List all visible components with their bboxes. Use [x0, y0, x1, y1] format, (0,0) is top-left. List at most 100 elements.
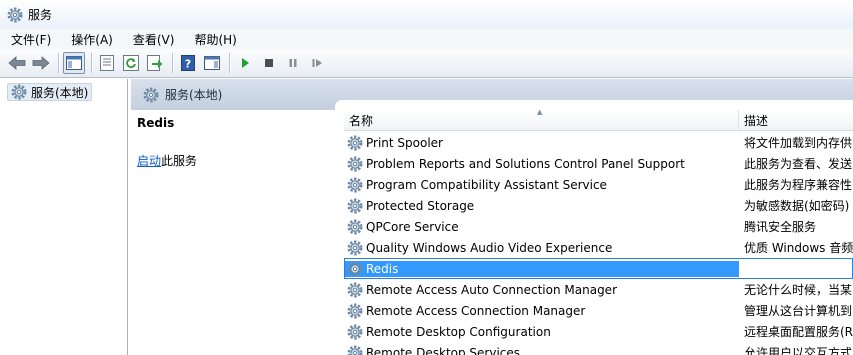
service-name-cell: Program Compatibility Assistant Service	[344, 177, 739, 193]
service-name-cell: Quality Windows Audio Video Experience	[344, 240, 739, 256]
toolbar-separator	[91, 53, 92, 73]
toolbar-separator	[172, 53, 173, 73]
table-row[interactable]: QPCore Service 腾讯安全服务	[344, 216, 853, 237]
table-row[interactable]: Remote Desktop Configuration 远程桌面配置服务(R	[344, 321, 853, 342]
start-service-link[interactable]: 启动	[137, 154, 161, 168]
service-description: 远程桌面配置服务(R	[744, 325, 853, 339]
services-list: ▲ 名称 描述 Print Spooler 将文件加载到内存供 Problem Re…	[335, 100, 853, 355]
action-pane-button[interactable]	[201, 52, 223, 74]
gear-icon	[347, 135, 363, 151]
extended-description-panel: Redis 启动此服务	[131, 110, 335, 355]
back-button[interactable]	[6, 52, 28, 74]
table-row[interactable]: Quality Windows Audio Video Experience 优质…	[344, 237, 853, 258]
gear-icon	[347, 240, 363, 256]
menu-help[interactable]: 帮助(H)	[191, 31, 239, 48]
service-description: 优质 Windows 音频	[744, 241, 853, 255]
gear-icon	[347, 303, 363, 319]
service-description: 允许用户以交互方式	[744, 346, 853, 355]
restart-icon	[312, 59, 322, 67]
refresh-icon	[123, 55, 139, 71]
tree-item-services-local[interactable]: 服务(本地)	[7, 83, 93, 101]
sort-ascending-icon: ▲	[537, 108, 543, 116]
properties-icon	[100, 55, 114, 71]
service-description: 腾讯安全服务	[744, 220, 817, 234]
service-description: 此服务为程序兼容性	[744, 178, 853, 192]
svg-text:?: ?	[185, 58, 191, 71]
service-name-cell: Print Spooler	[344, 135, 739, 151]
service-name: Redis	[366, 261, 399, 276]
table-row[interactable]: Protected Storage 为敏感数据(如密码)	[344, 195, 853, 216]
service-name: QPCore Service	[366, 219, 459, 234]
gear-icon	[7, 7, 23, 23]
gear-icon	[347, 345, 363, 355]
menu-bar: 文件(F) 操作(A) 查看(V) 帮助(H)	[0, 29, 853, 49]
service-name-cell: Remote Desktop Services	[344, 345, 739, 355]
service-name: Print Spooler	[366, 135, 443, 150]
gear-icon	[347, 261, 363, 277]
service-name: Protected Storage	[366, 198, 475, 213]
gear-icon	[347, 219, 363, 235]
toolbar-separator	[58, 53, 59, 73]
gear-icon	[143, 87, 159, 103]
menu-view[interactable]: 查看(V)	[130, 31, 178, 48]
console-tree: 服务(本地)	[0, 79, 128, 355]
service-name: Problem Reports and Solutions Control Pa…	[366, 156, 685, 171]
menu-file[interactable]: 文件(F)	[8, 31, 54, 48]
forward-button[interactable]	[30, 52, 52, 74]
pause-icon	[289, 59, 297, 67]
properties-button[interactable]	[96, 52, 118, 74]
tree-item-label: 服务(本地)	[31, 85, 89, 100]
service-name: Quality Windows Audio Video Experience	[366, 240, 613, 255]
column-header-description[interactable]: 描述	[739, 110, 853, 131]
service-name: Program Compatibility Assistant Service	[366, 177, 607, 192]
column-header-description-label: 描述	[744, 114, 769, 128]
gear-icon	[347, 156, 363, 172]
pause-service-button[interactable]	[282, 52, 304, 74]
gear-icon	[11, 84, 27, 100]
stop-service-button[interactable]	[258, 52, 280, 74]
help-button[interactable]: ?	[177, 52, 199, 74]
service-name-cell: Remote Access Connection Manager	[344, 303, 739, 319]
service-name-cell: QPCore Service	[344, 219, 739, 235]
service-rows: Print Spooler 将文件加载到内存供 Problem Reports an…	[344, 132, 853, 355]
start-service-button[interactable]	[234, 52, 256, 74]
export-list-button[interactable]	[144, 52, 166, 74]
table-row[interactable]: Program Compatibility Assistant Service 此…	[344, 174, 853, 195]
service-description: 此服务为查看、发送	[744, 157, 853, 171]
table-row[interactable]: Problem Reports and Solutions Control Pa…	[344, 153, 853, 174]
gear-icon	[347, 324, 363, 340]
service-description: 将文件加载到内存供	[744, 136, 853, 150]
table-row[interactable]: Remote Access Auto Connection Manager 无论什…	[344, 279, 853, 300]
service-name-cell: Remote Desktop Configuration	[344, 324, 739, 340]
column-header-name[interactable]: ▲ 名称	[344, 108, 739, 131]
title-bar: 服务	[0, 0, 853, 29]
table-row[interactable]: Remote Desktop Services 允许用户以交互方式	[344, 342, 853, 355]
restart-service-button[interactable]	[306, 52, 328, 74]
service-name: Remote Access Auto Connection Manager	[366, 282, 617, 297]
menu-action[interactable]: 操作(A)	[68, 31, 116, 48]
table-row[interactable]: Remote Access Connection Manager 管理从这台计算机…	[344, 300, 853, 321]
window-title: 服务	[28, 8, 53, 22]
show-hide-tree-button[interactable]	[63, 52, 85, 74]
start-icon	[242, 58, 249, 68]
selected-service-name: Redis	[137, 116, 175, 130]
gear-icon	[347, 177, 363, 193]
service-name: Remote Desktop Configuration	[366, 324, 551, 339]
refresh-button[interactable]	[120, 52, 142, 74]
stop-icon	[265, 59, 273, 67]
service-name-cell: Protected Storage	[344, 198, 739, 214]
service-name-cell: Remote Access Auto Connection Manager	[344, 282, 739, 298]
action-pane-icon	[204, 56, 220, 70]
column-header-row: ▲ 名称 描述	[344, 108, 853, 131]
start-service-line: 启动此服务	[137, 152, 197, 169]
toolbar: ?	[0, 49, 853, 78]
table-row[interactable]: Redis	[344, 258, 853, 279]
gear-icon	[347, 198, 363, 214]
service-description: 为敏感数据(如密码)	[744, 199, 850, 213]
column-header-name-label: 名称	[349, 114, 374, 128]
pane-title: 服务(本地)	[165, 88, 223, 102]
table-row[interactable]: Print Spooler 将文件加载到内存供	[344, 132, 853, 153]
service-name: Remote Access Connection Manager	[366, 303, 586, 318]
forward-arrow-icon	[32, 56, 50, 70]
export-list-icon	[147, 55, 163, 71]
